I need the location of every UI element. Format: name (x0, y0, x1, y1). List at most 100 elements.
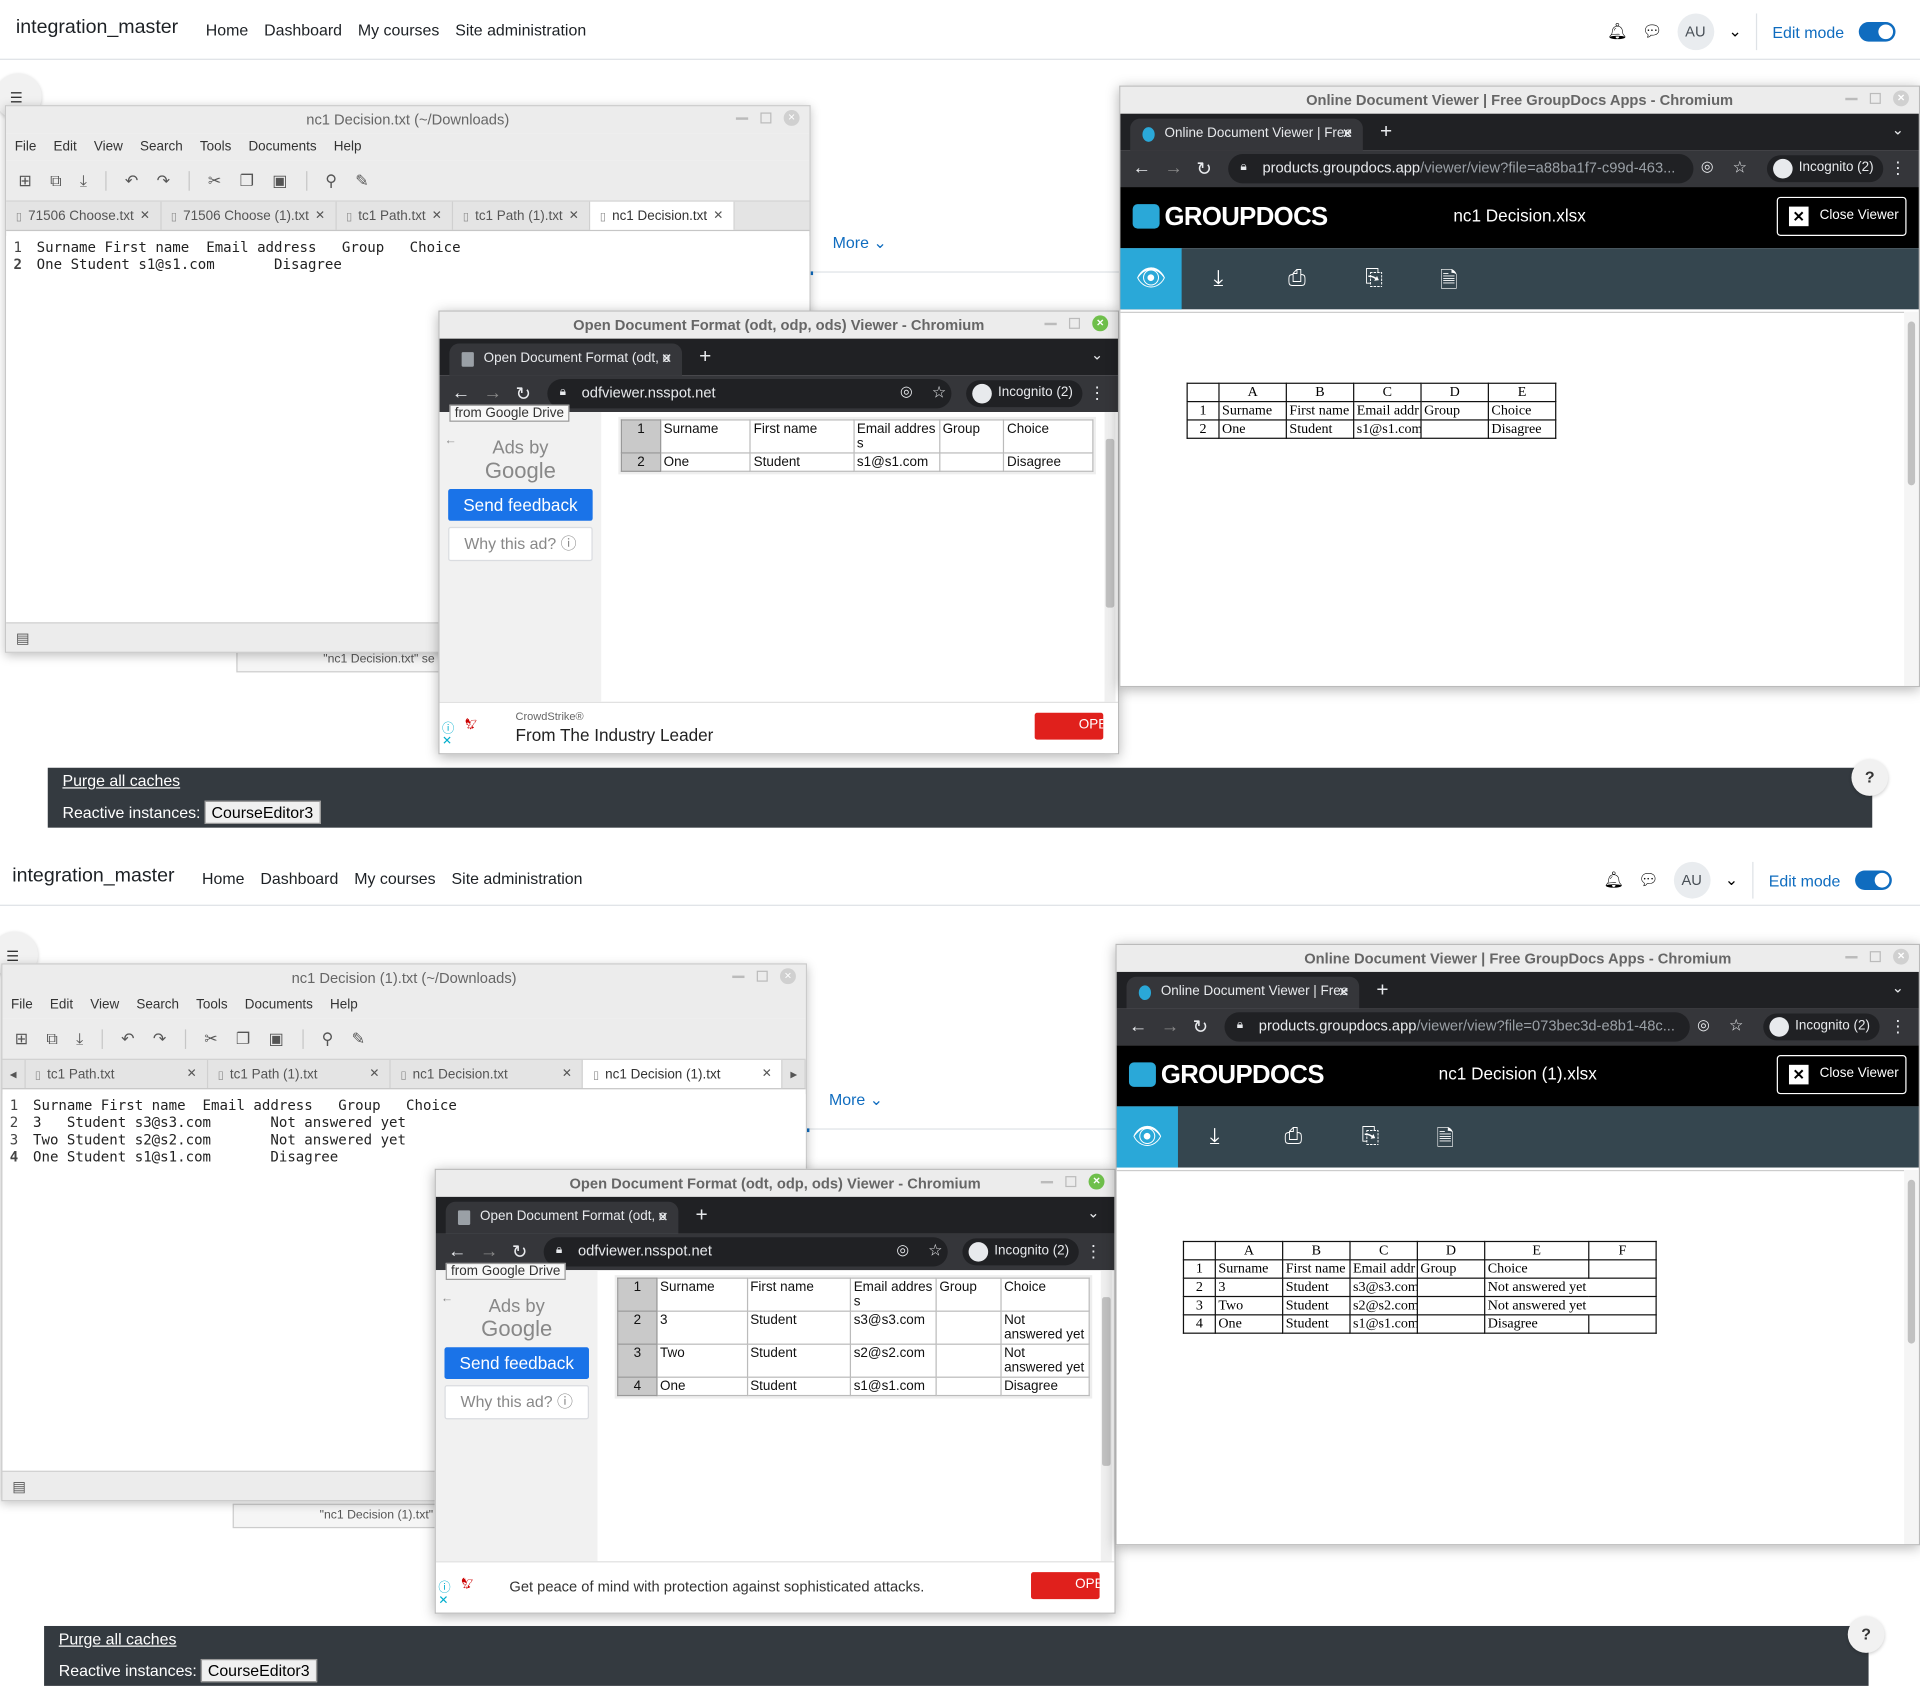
chevron-down-icon[interactable]: ⌄ (1725, 870, 1738, 890)
paste-icon[interactable]: ▣ (272, 171, 287, 191)
forward-icon[interactable]: → (480, 1241, 498, 1262)
address-bar[interactable]: 🔒︎ odfviewer.nsspot.net (547, 378, 952, 409)
eye-off-icon[interactable]: ◎ (896, 1241, 909, 1258)
view-eye-icon[interactable]: 👁︎ (1116, 1106, 1178, 1168)
new-file-icon[interactable]: ⊞ (15, 1029, 28, 1049)
close-tab-icon[interactable]: ✕ (762, 1059, 772, 1088)
minimize-icon[interactable] (1845, 955, 1858, 958)
close-tab-icon[interactable]: ✕ (657, 1209, 668, 1225)
doc-tab[interactable]: ▯ 71506 Choose (1).txt ✕ (161, 201, 337, 230)
purge-caches-link[interactable]: Purge all caches (59, 1630, 177, 1648)
nav-my-courses[interactable]: My courses (354, 869, 435, 887)
doc-tab[interactable]: ▯ nc1 Decision.txt ✕ (391, 1059, 584, 1089)
reload-icon[interactable]: ↻ (1196, 158, 1211, 180)
menu-search[interactable]: Search (140, 133, 183, 160)
new-tab-icon[interactable]: + (1376, 978, 1388, 1002)
close-tab-icon[interactable]: ✕ (315, 201, 325, 230)
menu-edit[interactable]: Edit (54, 133, 77, 160)
cut-icon[interactable]: ✂ (204, 1029, 217, 1049)
close-tab-icon[interactable]: ✕ (140, 201, 150, 230)
maximize-icon[interactable] (756, 970, 768, 982)
menu-documents[interactable]: Documents (245, 991, 313, 1018)
file-info-icon[interactable]: 🗎 (1440, 265, 1458, 302)
ad-info-icon[interactable]: ⓘ (442, 718, 454, 736)
eye-off-icon[interactable]: ◎ (900, 383, 913, 400)
more-options-icon[interactable]: ⋮ (1085, 1241, 1102, 1262)
menu-tools[interactable]: Tools (200, 133, 231, 160)
tab-search-icon[interactable]: ⌄ (1892, 121, 1904, 138)
download-icon[interactable]: ⤓ (1213, 265, 1223, 291)
banner-ad[interactable]: ⓘ ✕ 🦅︎ CrowdStrike® From The Industry Le… (439, 701, 1118, 754)
minimize-icon[interactable] (735, 116, 749, 120)
menu-help[interactable]: Help (330, 991, 358, 1018)
incognito-badge[interactable]: Incognito (2) (962, 1238, 1079, 1266)
scrollbar-thumb[interactable] (1907, 321, 1916, 486)
forward-icon[interactable]: → (1164, 158, 1182, 179)
bell-icon[interactable]: 🔔︎ (1607, 22, 1627, 42)
browser-tab[interactable]: Open Document Format (odt, o ✕ (445, 1201, 679, 1234)
save-icon[interactable]: ⤓ (80, 171, 87, 191)
close-tab-icon[interactable]: ✕ (432, 201, 442, 230)
nav-dashboard[interactable]: Dashboard (264, 21, 342, 39)
open-file-icon[interactable]: ⧉ (46, 1029, 57, 1049)
save-icon[interactable]: ⤓ (76, 1029, 83, 1049)
purge-caches-link[interactable]: Purge all caches (62, 771, 180, 789)
pdf-icon[interactable]: ⎘ (1365, 265, 1383, 291)
paste-icon[interactable]: ▣ (269, 1029, 284, 1049)
undo-icon[interactable]: ↶ (125, 171, 138, 191)
minimize-icon[interactable] (1845, 97, 1858, 100)
minimize-icon[interactable] (732, 974, 745, 978)
close-viewer-button[interactable]: ✕ Close Viewer (1776, 1055, 1907, 1095)
redo-icon[interactable]: ↷ (153, 1029, 166, 1049)
file-info-icon[interactable]: 🗎 (1436, 1124, 1454, 1161)
close-tab-icon[interactable]: ✕ (187, 1059, 197, 1088)
close-tab-icon[interactable]: ✕ (1338, 984, 1349, 1000)
tab-search-icon[interactable]: ⌄ (1087, 1204, 1099, 1221)
side-panel-icon[interactable]: ▤ (16, 630, 30, 647)
nav-my-courses[interactable]: My courses (358, 21, 439, 39)
close-icon[interactable]: × (783, 110, 800, 126)
view-eye-icon[interactable]: 👁︎ (1120, 248, 1182, 310)
print-icon[interactable]: ⎙ (1284, 1124, 1302, 1150)
close-icon[interactable]: × (1893, 948, 1909, 965)
close-tab-icon[interactable]: ✕ (713, 201, 723, 230)
edit-mode-toggle[interactable] (1855, 870, 1892, 891)
menu-view[interactable]: View (94, 133, 123, 160)
more-options-icon[interactable]: ⋮ (1889, 1016, 1906, 1037)
close-tab-icon[interactable]: ✕ (569, 201, 579, 230)
back-icon[interactable]: ← (452, 383, 470, 404)
forward-icon[interactable]: → (484, 383, 502, 404)
tab-search-icon[interactable]: ⌄ (1892, 979, 1904, 996)
new-tab-icon[interactable]: + (699, 345, 711, 369)
download-icon[interactable]: ⤓ (1210, 1124, 1220, 1150)
address-bar[interactable]: 🔒︎ odfviewer.nsspot.net (543, 1237, 948, 1267)
bell-icon[interactable]: 🔔︎ (1603, 870, 1623, 890)
close-viewer-button[interactable]: ✕ Close Viewer (1776, 196, 1907, 236)
close-tab-icon[interactable]: ✕ (1342, 126, 1353, 142)
banner-ad[interactable]: ⓘ ✕ 🦅︎ Get peace of mind with protection… (435, 1561, 1115, 1613)
menu-help[interactable]: Help (334, 133, 362, 160)
incognito-badge[interactable]: Incognito (2) (966, 380, 1083, 408)
doc-tab[interactable]: ▯ tc1 Path.txt ✕ (336, 201, 454, 230)
more-options-icon[interactable]: ⋮ (1089, 383, 1106, 404)
search-icon[interactable]: ⚲ (325, 171, 337, 191)
pdf-icon[interactable]: ⎘ (1362, 1124, 1380, 1150)
chat-icon[interactable]: 💬︎ (1638, 870, 1658, 890)
doc-tab-active[interactable]: ▯ nc1 Decision (1).txt ✕ (583, 1059, 784, 1089)
nav-dashboard[interactable]: Dashboard (260, 869, 338, 887)
replace-icon[interactable]: ✎ (355, 171, 368, 191)
cut-icon[interactable]: ✂ (208, 171, 221, 191)
avatar[interactable]: AU (1676, 13, 1714, 51)
close-tab-icon[interactable]: ✕ (661, 351, 672, 367)
bookmark-star-icon[interactable]: ☆ (932, 383, 946, 403)
menu-edit[interactable]: Edit (50, 991, 73, 1018)
bookmark-star-icon[interactable]: ☆ (928, 1241, 942, 1261)
doc-tab[interactable]: ▯ tc1 Path (1).txt ✕ (453, 201, 591, 230)
close-icon[interactable]: × (780, 968, 796, 985)
nav-home[interactable]: Home (206, 21, 248, 39)
course-editor-button[interactable]: CourseEditor3 (200, 1658, 317, 1683)
back-icon[interactable]: ← (1129, 1016, 1147, 1037)
search-icon[interactable]: ⚲ (322, 1029, 334, 1049)
menu-file[interactable]: File (15, 133, 37, 160)
scroll-tabs-right-icon[interactable]: ▸ (783, 1059, 806, 1089)
